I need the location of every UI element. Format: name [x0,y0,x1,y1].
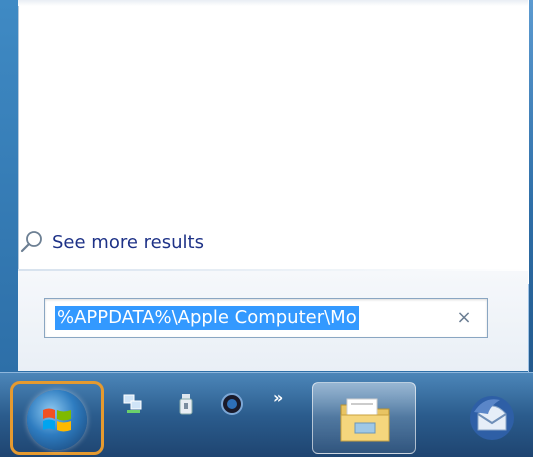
search-input-text[interactable]: %APPDATA%\Apple Computer\Mo [55,306,359,330]
show-hidden-icons-button[interactable]: » [273,388,283,407]
clear-search-button[interactable]: × [453,307,475,329]
usb-drive-icon[interactable] [175,392,197,416]
start-orb [27,390,87,450]
taskbar-thunderbird-button[interactable] [436,382,533,454]
results-pane-top-edge [18,0,528,6]
start-button[interactable] [10,381,104,455]
see-more-results-label: See more results [52,231,204,253]
thunderbird-icon [470,396,514,440]
search-input[interactable]: %APPDATA%\Apple Computer\Mo × [44,298,488,338]
folder-icon [340,398,390,442]
desktop: See more results %APPDATA%\Apple Compute… [0,0,533,457]
taskbar-explorer-button[interactable] [312,382,416,454]
network-icon[interactable] [122,392,144,416]
see-more-results-link[interactable]: See more results [20,228,204,256]
media-icon[interactable] [220,392,243,416]
windows-logo-icon [43,408,71,432]
search-icon [20,230,44,254]
